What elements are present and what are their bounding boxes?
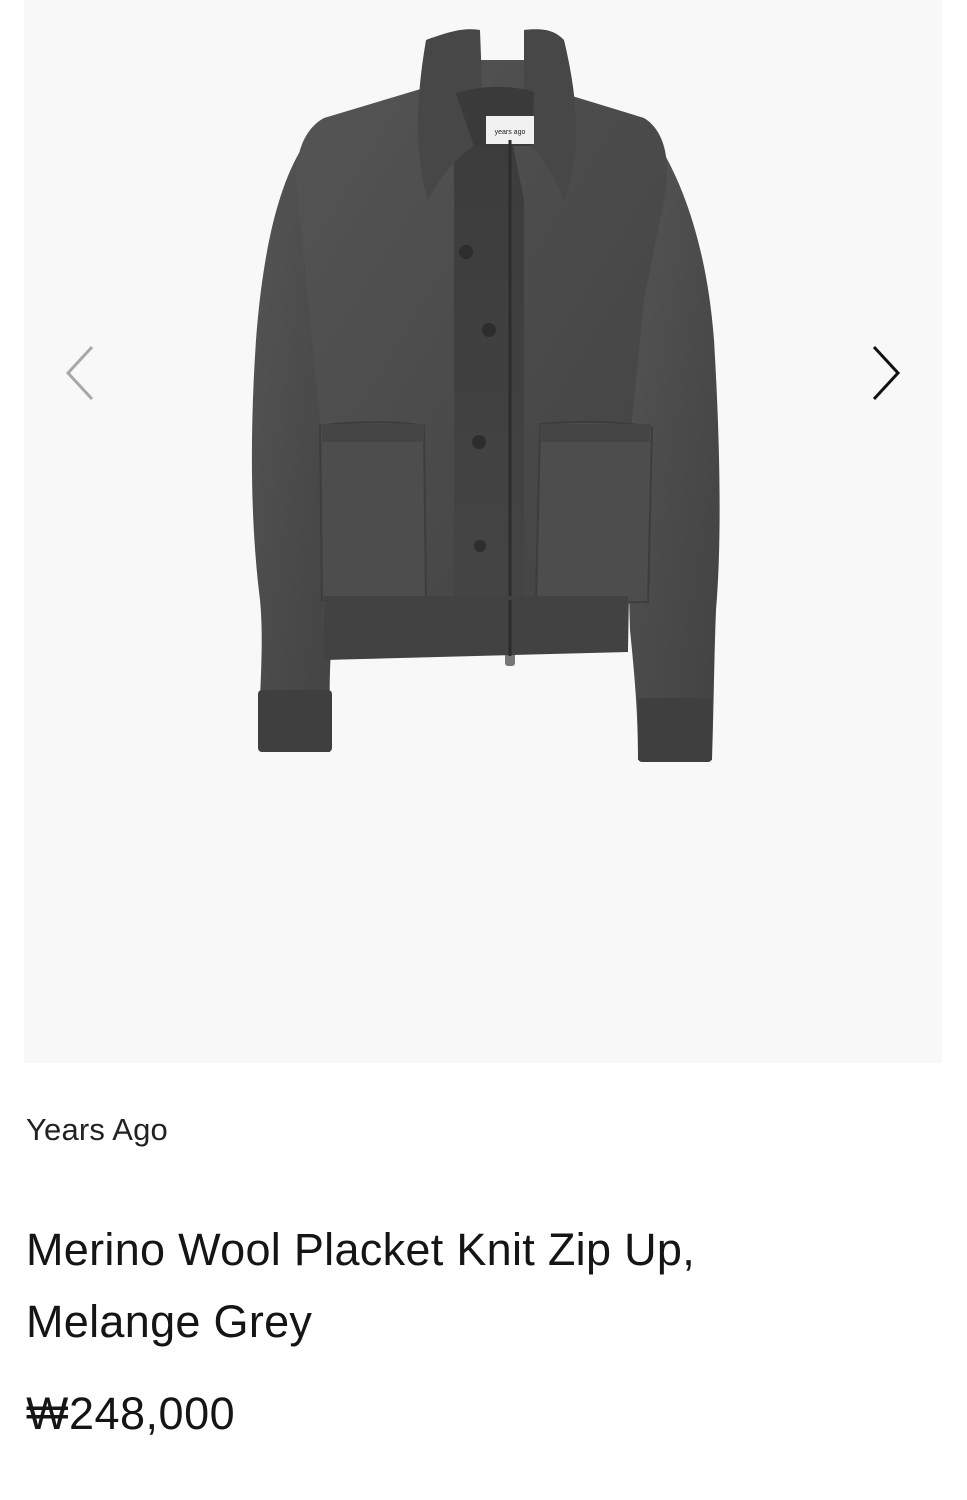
product-image-gallery[interactable]: years ago [24,0,942,1063]
product-title: Merino Wool Placket Knit Zip Up, Melange… [26,1214,906,1358]
product-title-line2: Melange Grey [26,1296,313,1347]
product-title-line1: Merino Wool Placket Knit Zip Up, [26,1224,696,1275]
chevron-right-icon [872,345,901,401]
product-price: ₩248,000 [26,1388,236,1439]
brand-name-link[interactable]: Years Ago [26,1112,168,1148]
product-image: years ago [251,29,720,762]
svg-text:years ago: years ago [495,129,526,136]
previous-image-button[interactable] [50,338,110,408]
chevron-left-icon [65,345,94,401]
next-image-button[interactable] [856,338,916,408]
